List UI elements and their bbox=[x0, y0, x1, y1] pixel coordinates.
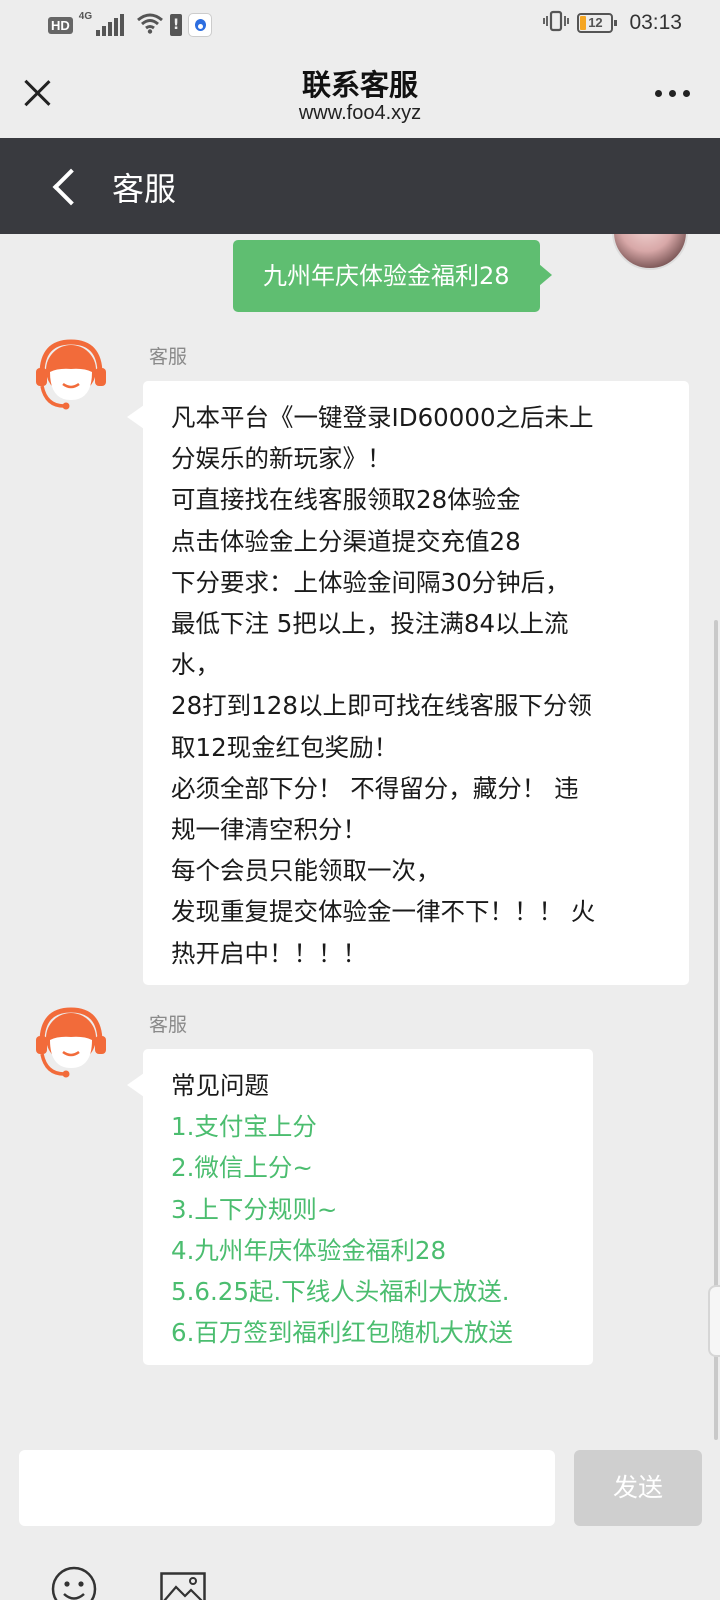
faq-link[interactable]: 6.百万签到福利红包随机大放送 bbox=[171, 1312, 571, 1353]
support-agent-avatar[interactable] bbox=[34, 336, 108, 410]
hd-badge: HD bbox=[48, 16, 73, 34]
support-message-bubble[interactable]: 凡本平台《一键登录ID60000之后未上 分娱乐的新玩家》！ 可直接找在线客服领… bbox=[127, 381, 689, 985]
message-line: 点击体验金上分渠道提交充值28 bbox=[171, 526, 521, 556]
page-url: www.foo4.xyz bbox=[298, 102, 422, 124]
alert-icon: ! bbox=[170, 14, 183, 36]
status-time: 03:13 bbox=[629, 11, 682, 34]
more-menu-icon[interactable] bbox=[655, 90, 690, 97]
baidu-paw-icon bbox=[188, 13, 213, 37]
message-line: 必须全部下分！ 不得留分，藏分！ 违 bbox=[171, 773, 579, 803]
message-line: 凡本平台《一键登录ID60000之后未上 bbox=[171, 403, 594, 432]
input-bar: 发送 bbox=[0, 1449, 720, 1600]
message-line: 分娱乐的新玩家》！ bbox=[171, 444, 392, 474]
faq-link[interactable]: 1.支付宝上分 bbox=[171, 1106, 571, 1147]
wifi-icon bbox=[136, 12, 164, 38]
message-line: 每个会员只能领取一次， bbox=[171, 856, 441, 886]
signal-icon bbox=[96, 14, 125, 36]
faq-message-bubble[interactable]: 常见问题 1.支付宝上分 2.微信上分~ 3.上下分规则~ 4.九州年庆体验金福… bbox=[127, 1049, 593, 1365]
back-arrow-icon[interactable] bbox=[50, 170, 80, 200]
page-title: 联系客服 bbox=[301, 68, 418, 102]
message-line: 可直接找在线客服领取28体验金 bbox=[171, 485, 521, 515]
chat-nav-bar: 客服 bbox=[0, 138, 720, 234]
message-line: 热开启中！！！！ bbox=[171, 938, 367, 968]
status-bar: HD 4G ! 12 03:13 bbox=[0, 0, 720, 50]
side-pull-handle[interactable] bbox=[708, 1285, 720, 1357]
browser-header: 联系客服 www.foo4.xyz bbox=[0, 50, 720, 138]
message-line: 规一律清空积分！ bbox=[171, 815, 367, 845]
emoji-icon[interactable] bbox=[51, 1566, 97, 1600]
user-avatar[interactable] bbox=[612, 234, 688, 270]
message-input[interactable] bbox=[19, 1450, 555, 1526]
nav-title: 客服 bbox=[112, 170, 177, 208]
sender-name: 客服 bbox=[149, 346, 188, 368]
message-line: 28打到128以上即可找在线客服下分领 bbox=[171, 691, 592, 721]
battery-level: 12 bbox=[588, 15, 603, 30]
image-icon[interactable] bbox=[160, 1572, 206, 1600]
faq-link[interactable]: 2.微信上分~ bbox=[171, 1147, 571, 1188]
status-left: HD 4G ! bbox=[48, 11, 213, 38]
message-line: 水， bbox=[171, 650, 220, 680]
support-agent-avatar[interactable] bbox=[34, 1004, 108, 1078]
message-line: 取12现金红包奖励！ bbox=[171, 732, 399, 762]
send-button[interactable]: 发送 bbox=[574, 1450, 702, 1526]
vibrate-icon bbox=[543, 10, 570, 36]
sender-name: 客服 bbox=[149, 1014, 188, 1036]
battery-icon: 12 bbox=[577, 13, 618, 33]
faq-link[interactable]: 3.上下分规则~ bbox=[171, 1189, 571, 1230]
faq-title: 常见问题 bbox=[171, 1071, 269, 1100]
status-right: 12 03:13 bbox=[543, 10, 682, 36]
faq-link[interactable]: 4.九州年庆体验金福利28 bbox=[171, 1230, 571, 1271]
network-type: 4G bbox=[78, 11, 93, 22]
faq-link[interactable]: 5.6.25起.下线人头福利大放送. bbox=[171, 1271, 571, 1312]
message-line: 下分要求：上体验金间隔30分钟后， bbox=[171, 567, 570, 597]
message-line: 最低下注 5把以上，投注满84以上流 bbox=[171, 609, 569, 639]
user-message-bubble[interactable]: 九州年庆体验金福利28 bbox=[233, 240, 552, 312]
message-line: 发现重复提交体验金一律不下！！！ 火 bbox=[171, 897, 596, 927]
chat-area[interactable]: 九州年庆体验金福利28 客服 凡本平台《一键登录ID60000之后未上 分娱乐的… bbox=[0, 234, 720, 1449]
